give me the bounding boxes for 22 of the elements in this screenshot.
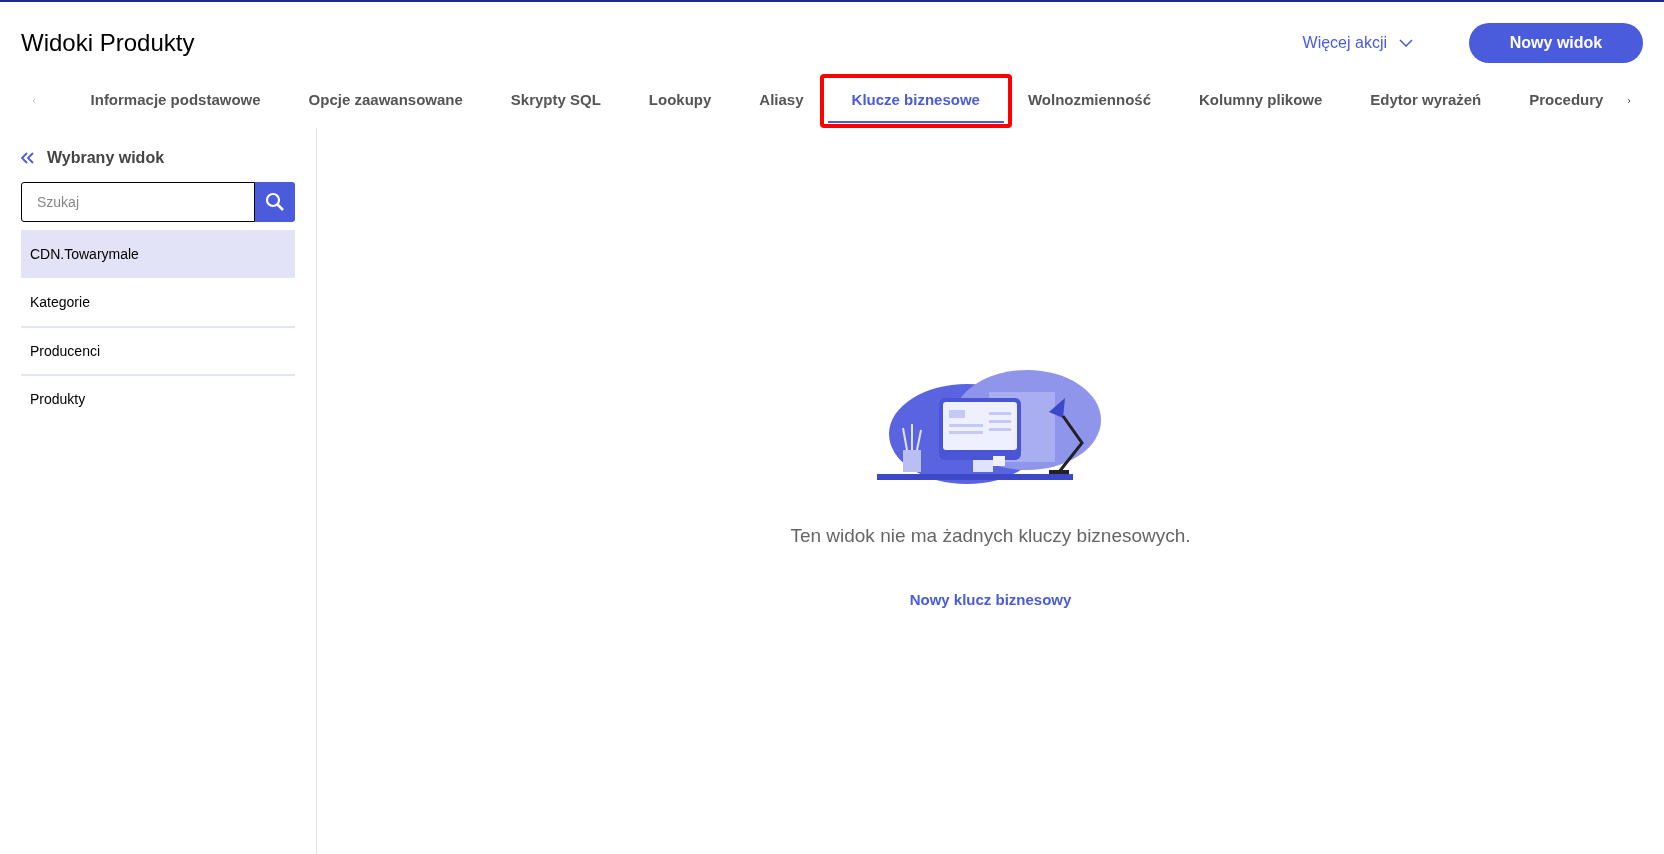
tab[interactable]: Wolnozmienność xyxy=(1003,79,1175,123)
page-title: Widoki Produkty xyxy=(21,28,195,58)
new-view-button[interactable]: Nowy widok xyxy=(1469,23,1643,63)
search-button[interactable] xyxy=(255,182,295,222)
empty-state-message: Ten widok nie ma żadnych kluczy biznesowych. xyxy=(790,524,1191,548)
tab[interactable]: Opcje zaawansowane xyxy=(284,79,487,123)
tab[interactable]: Informacje podstawowe xyxy=(66,79,285,123)
tab[interactable]: Procedury xyxy=(1505,79,1628,123)
double-chevron-left-icon[interactable] xyxy=(21,152,35,164)
tab[interactable]: Klucze biznesowe xyxy=(827,79,1004,123)
more-actions-dropdown[interactable]: Więcej akcji xyxy=(1302,31,1413,55)
tab[interactable]: Kolumny plikowe xyxy=(1175,79,1347,123)
tab[interactable]: Lookupy xyxy=(624,79,736,123)
tab[interactable]: Aliasy xyxy=(735,79,828,123)
view-list-item[interactable]: CDN.Towarymale xyxy=(21,230,295,278)
chevron-down-icon xyxy=(1399,39,1413,47)
tab[interactable]: Edytor wyrażeń xyxy=(1346,79,1506,123)
tab[interactable]: Skrypty SQL xyxy=(486,79,625,123)
search-icon xyxy=(265,192,285,212)
sidebar-title: Wybrany widok xyxy=(47,148,165,168)
new-business-key-link[interactable]: Nowy klucz biznesowy xyxy=(909,588,1072,611)
search-field[interactable]: Szukaj xyxy=(21,182,255,222)
